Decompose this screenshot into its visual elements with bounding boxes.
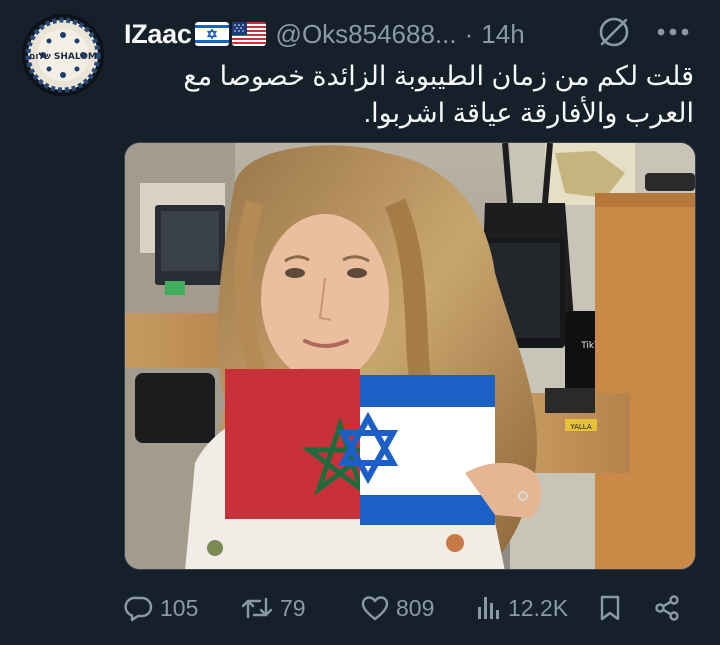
bookmark-button[interactable]: [598, 588, 622, 628]
repost-button[interactable]: 79: [240, 588, 306, 628]
tweet[interactable]: שלום SHALOM IZaac @Oks854688... · 14h قل…: [0, 0, 720, 645]
avatar[interactable]: שלום SHALOM: [22, 14, 104, 96]
tweet-media-photo[interactable]: TikTok YALLA: [124, 142, 696, 570]
reply-icon: [124, 596, 153, 622]
timestamp[interactable]: 14h: [481, 19, 524, 50]
separator-dot: ·: [464, 18, 474, 49]
sticker-label: YALLA: [569, 423, 591, 431]
views-button[interactable]: 12.2K: [476, 588, 568, 628]
like-count: 809: [396, 594, 435, 621]
avatar-caption: שלום SHALOM: [29, 52, 97, 62]
tweet-actions: 105 79 809 12.2K: [124, 588, 696, 628]
photo-illustration: TikTok YALLA: [125, 143, 695, 569]
tweet-text: قلت لكم من زمان الطيبوبة الزائدة خصوصا م…: [134, 58, 694, 132]
views-icon: [478, 597, 499, 619]
tweet-text-line-2: العرب والأفارقة عياقة اشربوا.: [363, 98, 694, 128]
avatar-emblem: שלום SHALOM: [23, 15, 103, 95]
like-icon: [361, 596, 389, 621]
like-button[interactable]: 809: [360, 588, 434, 628]
tweet-text-line-1: قلت لكم من زمان الطيبوبة الزائدة خصوصا م…: [183, 61, 694, 91]
share-icon: [655, 595, 679, 621]
tweet-header: IZaac @Oks854688... · 14h: [124, 14, 644, 54]
usa-flag-icon: [231, 22, 266, 46]
user-handle[interactable]: @Oks854688...: [276, 19, 457, 50]
view-count: 12.2K: [508, 594, 569, 621]
display-name[interactable]: IZaac: [124, 19, 192, 50]
flag-emojis: [194, 22, 266, 46]
reply-button[interactable]: 105: [124, 588, 198, 628]
israel-flag-icon: [194, 22, 229, 46]
mute-icon[interactable]: [596, 14, 632, 50]
more-options-icon[interactable]: [652, 14, 694, 50]
reply-count: 105: [160, 594, 199, 621]
share-button[interactable]: [652, 588, 682, 628]
bookmark-icon: [600, 595, 620, 621]
repost-count: 79: [280, 594, 306, 621]
repost-icon: [241, 597, 273, 619]
